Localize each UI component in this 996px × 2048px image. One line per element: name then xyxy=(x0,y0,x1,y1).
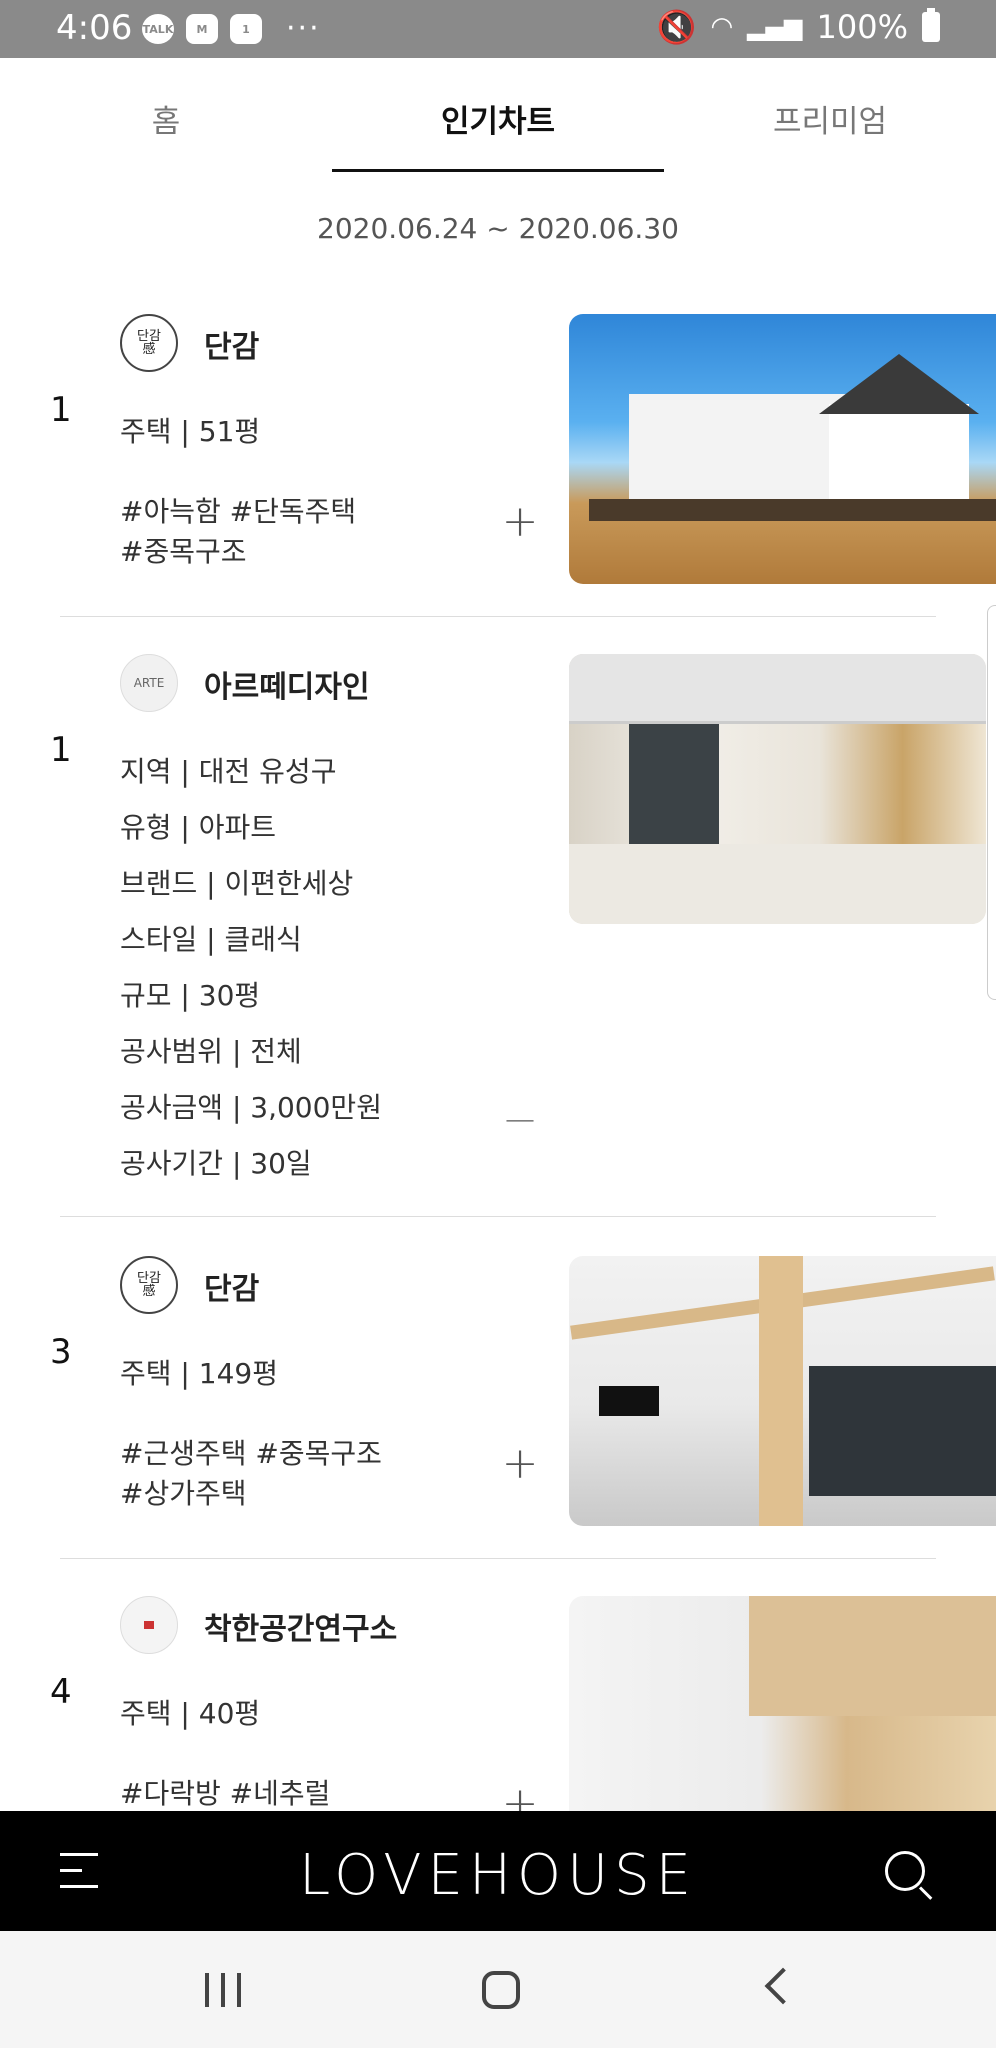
battery-percent: 100% xyxy=(816,8,908,46)
hashtags-line: #아늑함 #단독주택 xyxy=(120,495,357,528)
info-line: 공사금액 | 3,000만원 xyxy=(120,1091,382,1124)
more-notifications-icon: ··· xyxy=(286,11,321,46)
system-status-icons: 🔇 ◠ ▂▄▆ 100% xyxy=(657,8,940,46)
ranking-card[interactable]: 1 단감 感 단감 주택 | 51평 #아늑함 #단독주택 #중목구조 + xyxy=(0,300,996,616)
tab-premium[interactable]: 프리미엄 xyxy=(664,58,996,172)
bottom-app-bar: LOVEHOUSE xyxy=(0,1811,996,1931)
info-line: 공사기간 | 30일 xyxy=(120,1147,312,1180)
divider xyxy=(60,1216,936,1217)
badge-notification-icon: 1 xyxy=(230,14,262,44)
company-logo: 단감 感 xyxy=(120,1256,178,1314)
tab-home[interactable]: 홈 xyxy=(0,58,332,172)
ranking-card[interactable]: 4 착한공간연구소 주택 | 40평 #다락방 #네추럴 + xyxy=(0,1582,996,1811)
back-button[interactable] xyxy=(764,1967,802,2005)
brand-logo[interactable]: LOVEHOUSE xyxy=(0,1843,996,1908)
project-thumbnail[interactable] xyxy=(569,1596,996,1811)
info-line: 주택 | 51평 xyxy=(120,415,261,448)
info-line: 지역 | 대전 유성구 xyxy=(120,755,337,788)
ranking-card[interactable]: 3 단감 感 단감 주택 | 149평 #근생주택 #중목구조 #상가주택 + xyxy=(0,1242,996,1558)
talk-notification-icon: TALK xyxy=(142,14,174,44)
notification-icons: TALK M 1 ··· xyxy=(142,14,321,44)
hashtags-line: #다락방 #네추럴 xyxy=(120,1777,331,1810)
signal-icon: ▂▄▆ xyxy=(747,13,803,41)
project-thumbnail[interactable] xyxy=(569,314,996,584)
divider xyxy=(60,1558,936,1559)
status-time: 4:06 xyxy=(56,8,133,48)
rank-number: 4 xyxy=(50,1672,72,1712)
company-name[interactable]: 단감 xyxy=(204,322,259,366)
info-line: 스타일 | 클래식 xyxy=(120,923,302,956)
project-thumbnail[interactable] xyxy=(569,1256,996,1526)
company-logo xyxy=(120,1596,178,1654)
info-line: 공사범위 | 전체 xyxy=(120,1035,302,1068)
info-line: 주택 | 40평 xyxy=(120,1697,261,1730)
wifi-icon: ◠ xyxy=(710,12,734,42)
hashtags-line: #중목구조 xyxy=(120,535,247,568)
company-name[interactable]: 단감 xyxy=(204,1264,259,1308)
mute-icon: 🔇 xyxy=(656,8,697,46)
search-icon[interactable] xyxy=(885,1851,925,1891)
company-name[interactable]: 아르떼디자인 xyxy=(204,662,370,706)
collapse-toggle-button[interactable]: — xyxy=(500,1098,540,1142)
info-line: 규모 | 30평 xyxy=(120,979,261,1012)
hashtags-line: #상가주택 xyxy=(120,1477,247,1510)
rank-number: 3 xyxy=(50,1332,72,1372)
expand-toggle-button[interactable]: + xyxy=(500,500,540,544)
hashtags-line: #근생주택 #중목구조 xyxy=(120,1437,382,1470)
rank-number: 1 xyxy=(50,390,72,430)
info-line: 주택 | 149평 xyxy=(120,1357,278,1390)
project-thumbnail[interactable] xyxy=(569,654,986,924)
company-logo: ARTE xyxy=(120,654,178,712)
battery-icon xyxy=(922,8,940,42)
rank-number: 1 xyxy=(50,730,72,770)
system-navigation-bar xyxy=(0,1931,996,2048)
tab-popular-chart[interactable]: 인기차트 xyxy=(332,58,664,172)
date-range: 2020.06.24 ~ 2020.06.30 xyxy=(317,212,679,245)
divider xyxy=(60,616,936,617)
info-line: 유형 | 아파트 xyxy=(120,811,277,844)
ranking-card[interactable]: 1 ARTE 아르떼디자인 지역 | 대전 유성구 유형 | 아파트 브랜드 |… xyxy=(0,640,996,1216)
info-line: 브랜드 | 이편한세상 xyxy=(120,867,354,900)
company-logo: 단감 感 xyxy=(120,314,178,372)
home-button[interactable] xyxy=(482,1971,520,2009)
top-tabs: 홈 인기차트 프리미엄 xyxy=(0,58,996,172)
mail-notification-icon: M xyxy=(186,14,218,44)
edge-panel-handle[interactable] xyxy=(987,605,996,1000)
company-name[interactable]: 착한공간연구소 xyxy=(204,1604,397,1648)
recent-apps-button[interactable] xyxy=(205,1973,241,2007)
status-bar: 4:06 TALK M 1 ··· 🔇 ◠ ▂▄▆ 100% xyxy=(0,0,996,58)
expand-toggle-button[interactable]: + xyxy=(500,1442,540,1486)
expand-toggle-button[interactable]: + xyxy=(500,1782,540,1812)
